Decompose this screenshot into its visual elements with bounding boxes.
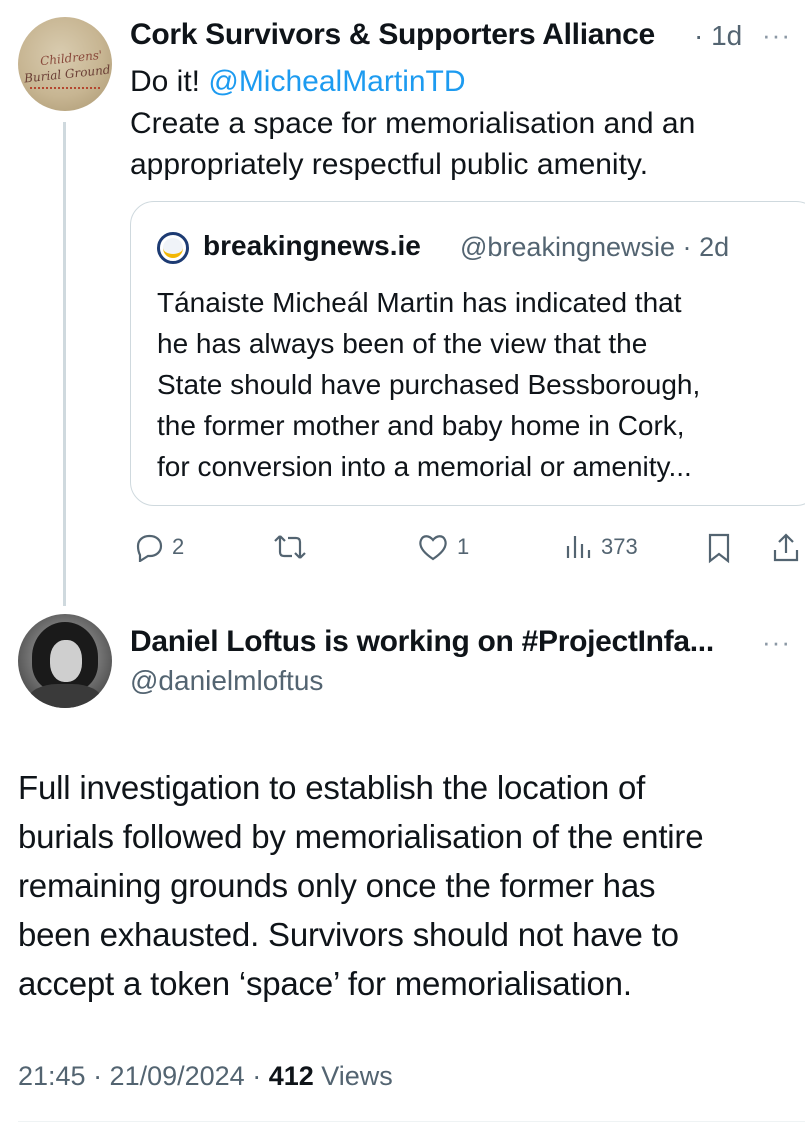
- more-icon[interactable]: ···: [762, 20, 791, 51]
- avatar-text: Burial Ground: [23, 62, 112, 86]
- logo-mark: [163, 238, 183, 258]
- quoted-text-line: Tánaiste Micheál Martin has indicated th…: [157, 287, 682, 318]
- quoted-handle-time: @breakingnewsie · 2d: [460, 232, 729, 263]
- quoted-text-line: he has always been of the view that the: [157, 328, 648, 359]
- time-separator: ·: [682, 232, 692, 262]
- author-name[interactable]: Daniel Loftus is working on #ProjectInfa…: [130, 625, 714, 659]
- quoted-text-line: the former mother and baby home in Cork,: [157, 410, 685, 441]
- like-icon: [419, 535, 447, 561]
- retweet-icon: [274, 535, 306, 559]
- tweet-text-line: Create a space for memorialisation and a…: [130, 107, 696, 140]
- author-name[interactable]: Cork Survivors & Supporters Alliance: [130, 18, 655, 52]
- tweet-text-line: Do it! @MichealMartinTD: [130, 62, 466, 102]
- quoted-handle: @breakingnewsie: [460, 232, 676, 262]
- share-button[interactable]: [770, 532, 802, 564]
- bookmark-icon: [708, 533, 730, 564]
- like-count: 1: [457, 534, 470, 559]
- tweet-text-line: been exhausted. Survivors should not hav…: [18, 916, 679, 953]
- more-icon[interactable]: ···: [762, 627, 791, 658]
- tweet-text-line: remaining grounds only once the former h…: [18, 867, 656, 904]
- views-button[interactable]: 373: [563, 532, 638, 562]
- like-button[interactable]: 1: [417, 532, 469, 562]
- views-count: 412: [268, 1061, 314, 1091]
- mention-link[interactable]: @MichealMartinTD: [208, 65, 465, 98]
- retweet-button[interactable]: [272, 532, 308, 562]
- time-value[interactable]: 1d: [711, 20, 742, 51]
- tweet-text: Do it!: [130, 65, 209, 98]
- tweet-timestamp[interactable]: 21:45 · 21/09/2024 ·: [18, 1061, 269, 1091]
- quoted-author-name: breakingnews.ie: [203, 230, 421, 261]
- views-label: Views: [313, 1061, 393, 1091]
- avatar-daniel-loftus[interactable]: [18, 614, 112, 708]
- avatar-photo: [50, 640, 82, 682]
- tweet-text-line: Full investigation to establish the loca…: [18, 769, 646, 806]
- breakingnews-logo-avatar[interactable]: [157, 232, 189, 264]
- avatar-cork-survivors[interactable]: Childrens' Burial Ground: [18, 17, 112, 111]
- tweet-time[interactable]: · 1d: [694, 20, 742, 52]
- views-icon: [566, 536, 591, 558]
- divider: [18, 1121, 805, 1122]
- thread-connector-line: [63, 122, 66, 606]
- reply-button[interactable]: 2: [132, 532, 184, 562]
- quoted-time: 2d: [699, 232, 730, 262]
- views-count: 373: [601, 534, 638, 559]
- quoted-text-line: State should have purchased Bessborough,: [157, 369, 701, 400]
- tweet-metadata: 21:45 · 21/09/2024 · 412 Views: [18, 1061, 393, 1092]
- avatar-photo: [28, 684, 102, 708]
- tweet-text-line: burials followed by memorialisation of t…: [18, 818, 704, 855]
- reply-icon: [136, 534, 163, 562]
- tweet-text-line: appropriately respectful public amenity.: [130, 148, 649, 181]
- avatar-decoration: [30, 87, 100, 105]
- reply-count: 2: [172, 534, 185, 559]
- bookmark-button[interactable]: [705, 532, 733, 564]
- time-separator: ·: [694, 20, 704, 51]
- quoted-text-line: for conversion into a memorial or amenit…: [157, 451, 692, 482]
- tweet-text-line: accept a token ‘space’ for memorialisati…: [18, 965, 632, 1002]
- share-icon: [773, 533, 799, 562]
- author-handle[interactable]: @danielmloftus: [130, 665, 323, 697]
